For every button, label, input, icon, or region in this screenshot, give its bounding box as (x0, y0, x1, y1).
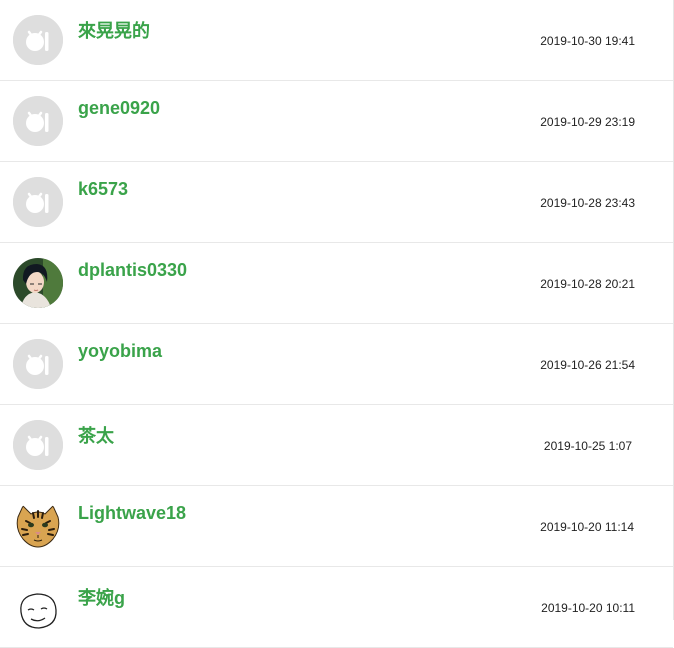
default-avatar-icon[interactable] (13, 96, 63, 146)
timestamp: 2019-10-20 11:14 (540, 520, 634, 534)
username-link[interactable]: gene0920 (78, 98, 160, 119)
list-item: yoyobima 2019-10-26 21:54 (0, 324, 673, 405)
timestamp: 2019-10-28 23:43 (540, 196, 635, 210)
username-link[interactable]: 李婉g (78, 584, 125, 610)
timestamp: 2019-10-30 19:41 (540, 34, 635, 48)
username-link[interactable]: 茶太 (78, 422, 114, 448)
default-avatar-icon[interactable] (13, 420, 63, 470)
username-link[interactable]: 來晃晃的 (78, 17, 150, 43)
list-item: dplantis0330 2019-10-28 20:21 (0, 243, 673, 324)
leopard-cat-avatar[interactable] (13, 501, 63, 551)
list-item: 來晃晃的 2019-10-30 19:41 (0, 0, 673, 81)
timestamp: 2019-10-20 10:11 (541, 601, 635, 615)
comment-list: 來晃晃的 2019-10-30 19:41 gene0920 2019-10-2… (0, 0, 674, 648)
timestamp: 2019-10-25 1:07 (543, 439, 632, 453)
list-item: k6573 2019-10-28 23:43 (0, 162, 673, 243)
timestamp: 2019-10-26 21:54 (540, 358, 635, 372)
smiley-sketch-avatar[interactable] (13, 582, 63, 632)
timestamp: 2019-10-28 20:21 (540, 277, 635, 291)
list-item: Lightwave18 2019-10-20 11:14 (0, 486, 673, 567)
default-avatar-icon[interactable] (13, 339, 63, 389)
username-link[interactable]: k6573 (78, 179, 128, 200)
list-item: gene0920 2019-10-29 23:19 (0, 81, 673, 162)
default-avatar-icon[interactable] (13, 15, 63, 65)
anime-portrait-avatar[interactable] (13, 258, 63, 308)
timestamp: 2019-10-29 23:19 (540, 115, 635, 129)
username-link[interactable]: dplantis0330 (78, 260, 187, 281)
default-avatar-icon[interactable] (13, 177, 63, 227)
username-link[interactable]: Lightwave18 (78, 503, 186, 524)
list-item: 李婉g 2019-10-20 10:11 (0, 567, 673, 648)
list-item: 茶太 2019-10-25 1:07 (0, 405, 673, 486)
username-link[interactable]: yoyobima (78, 341, 162, 362)
